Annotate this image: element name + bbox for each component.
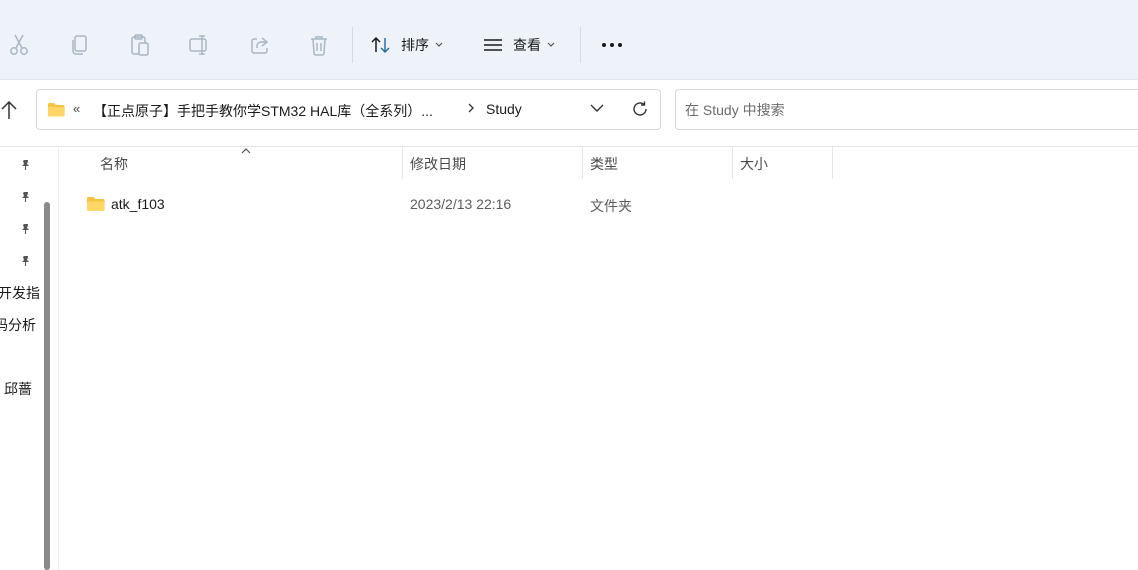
sort-button[interactable]: 排序 — [371, 28, 443, 62]
cut-button[interactable] — [4, 22, 34, 68]
column-header-size[interactable]: 大小 — [733, 147, 832, 179]
column-header-name[interactable]: 名称 — [76, 147, 402, 179]
folder-icon — [87, 197, 105, 211]
cut-icon — [10, 34, 28, 55]
toolbar-separator — [580, 27, 581, 63]
nav-item-label[interactable]: 码分析 — [0, 315, 36, 335]
chevron-down-icon — [435, 42, 443, 47]
paste-button[interactable] — [126, 22, 154, 68]
column-header-date[interactable]: 修改日期 — [403, 147, 582, 179]
chevron-down-icon[interactable] — [590, 104, 604, 113]
column-header-label: 类型 — [590, 156, 618, 172]
file-explorer-window: 排序 查看 « 【正点原子】手把手教你学STM32 HAL库（全系列）... S… — [0, 0, 1138, 570]
rename-icon — [189, 35, 207, 55]
file-type: 文件夹 — [590, 198, 632, 214]
column-header-label: 大小 — [740, 156, 768, 172]
nav-item-label[interactable]: 邱蔷 — [4, 379, 32, 399]
share-icon — [251, 37, 269, 54]
column-header-label: 修改日期 — [410, 156, 466, 172]
navigation-row: « 【正点原子】手把手教你学STM32 HAL库（全系列）... Study — [0, 80, 1138, 147]
nav-item-label[interactable]: 开发指 — [0, 283, 40, 303]
chevron-down-icon — [547, 42, 555, 47]
arrow-up-icon — [1, 100, 17, 119]
refresh-icon[interactable] — [631, 100, 649, 118]
nav-scrollbar[interactable] — [44, 202, 50, 570]
share-button[interactable] — [246, 22, 274, 68]
copy-button[interactable] — [66, 22, 94, 68]
search-box[interactable] — [675, 89, 1138, 130]
pin-icon[interactable] — [20, 191, 32, 203]
sort-icon — [371, 36, 390, 54]
folder-icon — [48, 103, 65, 117]
more-icon — [618, 43, 622, 47]
up-button[interactable] — [0, 100, 20, 122]
view-button[interactable]: 查看 — [483, 28, 555, 62]
paste-icon — [131, 34, 149, 56]
command-bar: 排序 查看 — [0, 0, 1138, 80]
toolbar-separator — [352, 27, 353, 63]
view-label: 查看 — [513, 37, 541, 53]
pin-icon[interactable] — [20, 223, 32, 235]
file-name: atk_f103 — [111, 196, 165, 212]
column-header-type[interactable]: 类型 — [583, 147, 732, 179]
path-overflow-button[interactable]: « — [73, 101, 80, 116]
file-row[interactable]: atk_f103 2023/2/13 22:16 文件夹 — [76, 190, 1138, 220]
more-icon — [602, 43, 606, 47]
search-input[interactable] — [676, 90, 1138, 129]
chevron-right-icon[interactable] — [468, 103, 474, 113]
breadcrumb-current[interactable]: Study — [486, 101, 522, 117]
address-bar[interactable]: « 【正点原子】手把手教你学STM32 HAL库（全系列）... Study — [36, 89, 661, 130]
copy-icon — [72, 35, 87, 55]
delete-button[interactable] — [306, 22, 332, 68]
pin-icon[interactable] — [20, 159, 32, 171]
delete-icon — [311, 36, 327, 56]
file-modified-date: 2023/2/13 22:16 — [410, 196, 512, 212]
view-icon — [484, 39, 502, 51]
breadcrumb-parent[interactable]: 【正点原子】手把手教你学STM32 HAL库（全系列）... — [93, 101, 433, 121]
column-header-label: 名称 — [100, 156, 128, 172]
pane-divider — [58, 147, 59, 570]
navigation-pane: 开发指 码分析 邱蔷 — [0, 147, 58, 570]
more-options-button[interactable] — [596, 38, 628, 52]
column-divider[interactable] — [832, 147, 833, 179]
rename-button[interactable] — [186, 22, 214, 68]
more-icon — [610, 43, 614, 47]
pin-icon[interactable] — [20, 255, 32, 267]
sort-label: 排序 — [401, 37, 429, 53]
